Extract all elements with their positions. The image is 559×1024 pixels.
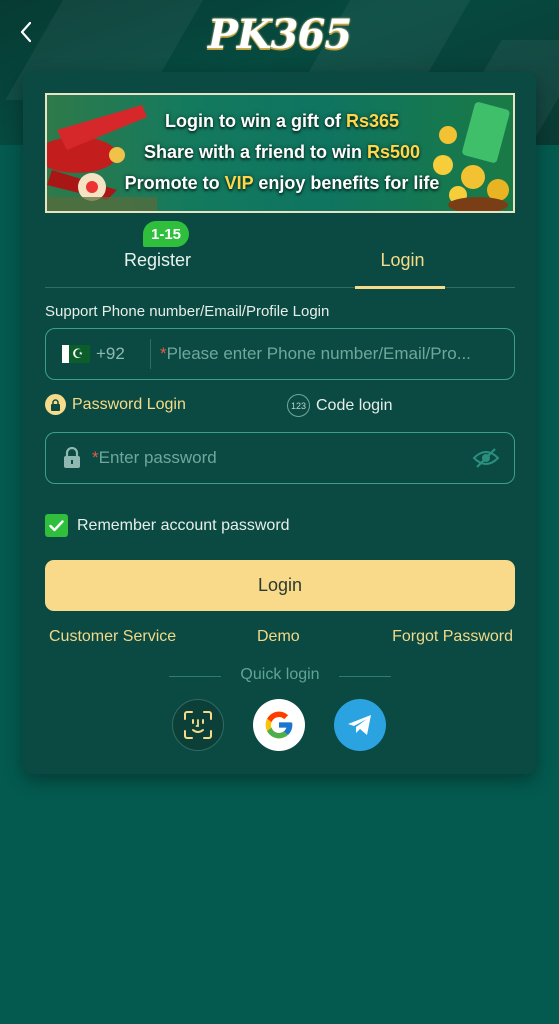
logo-text: PK365 [207,10,352,58]
face-id-login-button[interactable] [172,699,224,751]
password-lock-icon [64,447,80,468]
lock-icon [45,394,66,415]
quick-login-label: Quick login [240,666,320,683]
account-input[interactable]: ☪ +92 *Please enter Phone number/Email/P… [45,328,515,380]
banner-line-2: Share with a friend to win Rs500 [143,142,421,162]
telegram-login-button[interactable] [334,699,386,751]
help-links: Customer Service Demo Forgot Password [45,628,515,648]
eye-off-icon[interactable] [472,447,500,469]
input-divider [150,339,151,369]
remember-password[interactable]: Remember account password [45,514,290,537]
active-tab-indicator [355,286,445,289]
forgot-password-link[interactable]: Forgot Password [392,628,513,646]
customer-service-link[interactable]: Customer Service [49,628,176,646]
demo-link[interactable]: Demo [257,628,300,646]
tab-login[interactable]: Login [290,232,515,289]
face-id-icon [184,711,212,739]
google-icon [265,711,293,739]
code-123-icon: 123 [287,394,310,417]
account-placeholder: *Please enter Phone number/Email/Pro... [160,344,471,363]
tab-register[interactable]: Register 1-15 [45,221,270,288]
auth-tabs: Register 1-15 Login [45,221,515,289]
login-button[interactable]: Login [45,560,515,611]
password-login-label: Password Login [72,395,186,413]
password-login-option[interactable]: Password Login [45,394,186,415]
login-card: Login to win a gift of Rs365 Share with … [23,72,536,774]
remember-checkbox[interactable] [45,514,68,537]
checkmark-icon [49,519,64,531]
tab-login-label: Login [380,249,425,270]
back-button[interactable] [12,18,40,46]
app-logo: PK365 [192,6,367,62]
coins-illustration [433,102,510,211]
telegram-icon [348,715,371,735]
login-mode-switch: Password Login 123 Code login [45,394,515,418]
banner-line-3: Promote to VIP enjoy benefits for life [124,173,440,193]
country-code[interactable]: +92 [96,344,125,364]
banner-line-1: Login to win a gift of Rs365 [164,111,399,131]
password-placeholder: *Enter password [92,448,217,467]
tab-register-label: Register [123,249,192,270]
promo-banner[interactable]: Login to win a gift of Rs365 Share with … [45,93,515,213]
code-login-option[interactable]: 123 Code login [287,394,393,417]
pakistan-flag-icon: ☪ [62,345,90,363]
remember-label: Remember account password [77,516,290,534]
chevron-left-icon [20,21,32,43]
divider-line [339,676,391,677]
password-input[interactable]: *Enter password [45,432,515,484]
quick-login-header: Quick login [45,666,515,686]
google-login-button[interactable] [253,699,305,751]
register-badge: 1-15 [143,221,190,247]
account-field-label: Support Phone number/Email/Profile Login [45,303,330,320]
code-login-label: Code login [316,396,393,414]
